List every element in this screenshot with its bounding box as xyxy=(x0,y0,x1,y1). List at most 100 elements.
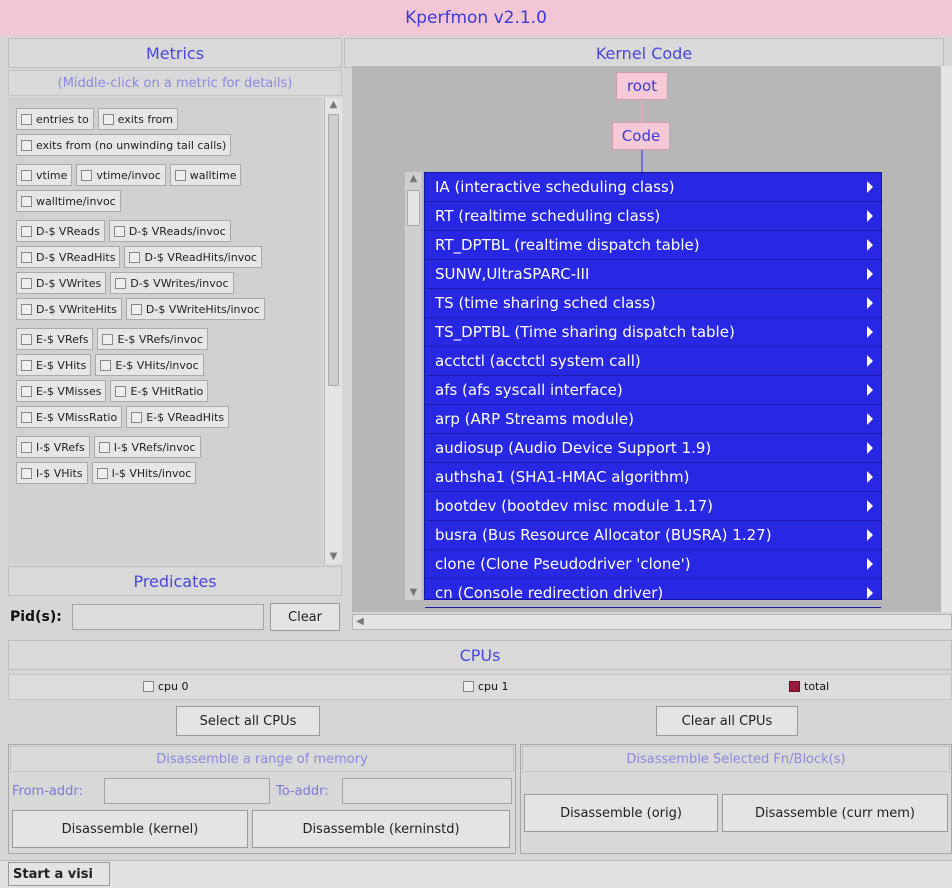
checkbox-icon[interactable] xyxy=(81,169,93,181)
clear-pid-button[interactable]: Clear xyxy=(270,603,340,631)
metric-toggle[interactable]: entries to xyxy=(16,108,94,130)
menu-scroll-thumb[interactable] xyxy=(407,190,420,226)
checkbox-icon[interactable] xyxy=(21,467,32,479)
metric-toggle[interactable]: D-$ VReadHits/invoc xyxy=(124,246,262,268)
kernel-module-item[interactable]: IA (interactive scheduling class) xyxy=(425,173,881,202)
checkbox-icon[interactable] xyxy=(21,385,32,397)
kernel-module-item[interactable]: audiosup (Audio Device Support 1.9) xyxy=(425,434,881,463)
metric-row: entries to exits from xyxy=(16,108,322,130)
checkbox-icon[interactable] xyxy=(174,169,186,181)
metric-toggle[interactable]: D-$ VWrites xyxy=(16,272,107,294)
metric-toggle[interactable]: D-$ VWrites/invoc xyxy=(110,272,234,294)
kernel-hscrollbar[interactable]: ◀ xyxy=(352,614,952,630)
checkbox-icon[interactable] xyxy=(131,411,143,423)
metric-toggle[interactable]: E-$ VHits xyxy=(16,354,92,376)
checkbox-icon[interactable] xyxy=(21,411,32,423)
select-all-cpus-button[interactable]: Select all CPUs xyxy=(176,706,320,736)
metric-toggle[interactable]: E-$ VHits/invoc xyxy=(95,354,204,376)
kernel-module-item[interactable]: cn (Console redirection driver) xyxy=(425,579,881,608)
checkbox-icon[interactable] xyxy=(98,441,110,453)
from-addr-input[interactable] xyxy=(104,778,270,804)
disassemble-orig-button[interactable]: Disassemble (orig) xyxy=(524,794,718,832)
scroll-left-icon[interactable]: ◀ xyxy=(353,615,367,629)
metric-toggle[interactable]: I-$ VRefs xyxy=(16,436,90,458)
metric-toggle[interactable]: E-$ VReadHits xyxy=(126,406,230,428)
to-addr-input[interactable] xyxy=(342,778,512,804)
menu-scroll-down-icon[interactable]: ▼ xyxy=(405,586,422,600)
metric-toggle[interactable]: D-$ VReads/invoc xyxy=(108,220,231,242)
metric-toggle[interactable]: vtime/invoc xyxy=(76,164,166,186)
metric-toggle[interactable]: E-$ VHitRatio xyxy=(110,380,209,402)
scroll-up-icon[interactable]: ▲ xyxy=(325,98,342,112)
kernel-module-item[interactable]: TS (time sharing sched class) xyxy=(425,289,881,318)
kernel-module-item[interactable]: clone (Clone Pseudodriver 'clone') xyxy=(425,550,881,579)
metric-toggle[interactable]: E-$ VRefs xyxy=(16,328,94,350)
metric-toggle[interactable]: I-$ VHits/invoc xyxy=(91,462,197,484)
scroll-down-icon[interactable]: ▼ xyxy=(325,550,342,564)
metric-toggle[interactable]: exits from (no unwinding tail calls) xyxy=(16,134,232,156)
checkbox-icon[interactable] xyxy=(115,277,127,289)
kernel-vscrollbar[interactable] xyxy=(940,66,952,612)
menu-scroll-up-icon[interactable]: ▲ xyxy=(405,172,422,186)
checkbox-icon[interactable] xyxy=(21,139,32,151)
metric-toggle[interactable]: D-$ VWriteHits/invoc xyxy=(125,298,265,320)
metric-toggle[interactable]: E-$ VMisses xyxy=(16,380,107,402)
start-visi-button[interactable]: Start a visi xyxy=(8,862,110,886)
checkbox-icon[interactable] xyxy=(130,303,142,315)
metrics-scrollbar[interactable]: ▲ ▼ xyxy=(324,98,342,564)
checkbox-icon[interactable] xyxy=(21,333,32,345)
pid-input[interactable] xyxy=(72,604,264,630)
metric-toggle[interactable]: walltime xyxy=(169,164,242,186)
disassemble-kernel-button[interactable]: Disassemble (kernel) xyxy=(12,810,248,848)
metrics-scroll-thumb[interactable] xyxy=(328,114,339,386)
checkbox-icon[interactable] xyxy=(21,359,32,371)
kernel-module-item[interactable]: afs (afs syscall interface) xyxy=(425,376,881,405)
metric-toggle[interactable]: E-$ VRefs/invoc xyxy=(97,328,208,350)
cpu-0-check-icon[interactable] xyxy=(143,681,154,692)
checkbox-icon[interactable] xyxy=(21,251,32,263)
checkbox-icon[interactable] xyxy=(21,225,32,237)
kernel-module-item[interactable]: SUNW,UltraSPARC-III xyxy=(425,260,881,289)
checkbox-icon[interactable] xyxy=(21,303,32,315)
total-checkbox[interactable]: total xyxy=(789,680,829,693)
metric-toggle[interactable]: D-$ VWriteHits xyxy=(16,298,122,320)
metric-toggle[interactable]: E-$ VMissRatio xyxy=(16,406,123,428)
kernel-module-item[interactable]: TS_DPTBL (Time sharing dispatch table) xyxy=(425,318,881,347)
checkbox-icon[interactable] xyxy=(96,467,108,479)
checkbox-icon[interactable] xyxy=(100,359,112,371)
checkbox-icon[interactable] xyxy=(21,169,32,181)
kernel-module-item[interactable]: busra (Bus Resource Allocator (BUSRA) 1.… xyxy=(425,521,881,550)
metric-toggle[interactable]: vtime xyxy=(16,164,73,186)
code-node[interactable]: Code xyxy=(612,122,670,150)
kernel-module-item[interactable]: bootdev (bootdev misc module 1.17) xyxy=(425,492,881,521)
cpu-1-check-icon[interactable] xyxy=(463,681,474,692)
kernel-module-item[interactable]: RT (realtime scheduling class) xyxy=(425,202,881,231)
disassemble-curr-mem-button[interactable]: Disassemble (curr mem) xyxy=(722,794,948,832)
kernel-module-item[interactable]: authsha1 (SHA1-HMAC algorithm) xyxy=(425,463,881,492)
menu-scrollbar[interactable]: ▲ ▼ xyxy=(404,172,422,600)
checkbox-icon[interactable] xyxy=(21,277,32,289)
total-check-icon[interactable] xyxy=(789,681,800,692)
checkbox-icon[interactable] xyxy=(129,251,141,263)
checkbox-icon[interactable] xyxy=(102,333,114,345)
checkbox-icon[interactable] xyxy=(21,113,32,125)
metric-toggle[interactable]: I-$ VHits xyxy=(16,462,88,484)
metric-toggle[interactable]: I-$ VRefs/invoc xyxy=(93,436,201,458)
kernel-module-item[interactable]: acctctl (acctctl system call) xyxy=(425,347,881,376)
checkbox-icon[interactable] xyxy=(21,195,32,207)
metric-toggle[interactable]: D-$ VReads xyxy=(16,220,105,242)
metric-toggle[interactable]: exits from xyxy=(97,108,178,130)
checkbox-icon[interactable] xyxy=(21,441,32,453)
checkbox-icon[interactable] xyxy=(113,225,125,237)
cpu-0-checkbox[interactable]: cpu 0 xyxy=(143,680,189,693)
kernel-module-item[interactable]: arp (ARP Streams module) xyxy=(425,405,881,434)
cpu-1-checkbox[interactable]: cpu 1 xyxy=(463,680,509,693)
root-node[interactable]: root xyxy=(616,72,668,100)
kernel-module-item[interactable]: RT_DPTBL (realtime dispatch table) xyxy=(425,231,881,260)
metric-toggle[interactable]: D-$ VReadHits xyxy=(16,246,121,268)
clear-all-cpus-button[interactable]: Clear all CPUs xyxy=(656,706,798,736)
checkbox-icon[interactable] xyxy=(102,113,114,125)
checkbox-icon[interactable] xyxy=(115,385,127,397)
metric-toggle[interactable]: walltime/invoc xyxy=(16,190,121,212)
disassemble-kerninstd-button[interactable]: Disassemble (kerninstd) xyxy=(252,810,510,848)
